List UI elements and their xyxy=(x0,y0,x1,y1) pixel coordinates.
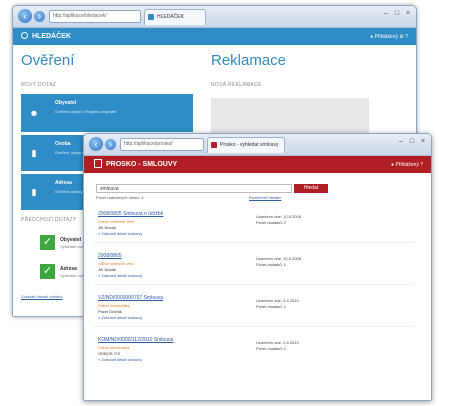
result-amendments: Počet dodatků: 1 xyxy=(256,304,287,309)
result-title-link[interactable]: KOM/ND/0000/112/2010 Smlouva xyxy=(98,337,173,343)
result-date: Uzavřeno dne: 3.4.2010 xyxy=(256,298,299,303)
magnifier-icon xyxy=(21,32,28,39)
result-title-link[interactable]: 2008/0805 xyxy=(98,253,122,259)
divider xyxy=(94,242,414,243)
check-label[interactable]: Obyvatel xyxy=(60,237,81,243)
card-desc: Ověření osoby v Registru obyvatel xyxy=(55,109,117,114)
result-detail-link[interactable]: » Zobrazit detail smlouvy xyxy=(98,315,142,320)
result-detail-link[interactable]: » Zobrazit detail smlouvy xyxy=(98,357,142,362)
back-icon[interactable]: ‹ xyxy=(89,137,103,151)
minimize-icon[interactable]: – xyxy=(397,138,405,146)
result-org: Odbor vnitřních věcí xyxy=(98,261,134,266)
card-title: Obyvatel xyxy=(55,100,77,106)
result-amendments: Počet dodatků: 1 xyxy=(256,262,287,267)
result-title-link[interactable]: VZ/ND/0000000707 Smlouva xyxy=(98,295,163,301)
browser-toolbar: ‹ › http://aplikace/prosko/ Prosko - vyh… xyxy=(84,134,431,156)
history-label: PŘEDCHOZÍ DOTAZY xyxy=(21,217,77,223)
result-org: Odbor informatiky xyxy=(98,303,130,308)
app-title: HLEDÁČEK xyxy=(32,33,71,40)
result-org: Odbor vnitřních věcí xyxy=(98,219,134,224)
forward-icon[interactable]: › xyxy=(105,139,116,150)
result-amendments: Počet dodatků: 2 xyxy=(256,220,287,225)
user-menu[interactable]: ● Přihlášený ⚙ ? xyxy=(370,33,408,41)
result-detail-link[interactable]: » Zobrazit detail smlouvy xyxy=(98,231,142,236)
check-label[interactable]: Adresa xyxy=(60,266,77,272)
forward-icon[interactable]: › xyxy=(34,11,45,22)
advanced-search-link[interactable]: Rozšířené hledání xyxy=(249,195,281,200)
tab-title: Prosko - vyhledat smlouvy xyxy=(220,142,279,148)
result-owner: Jiří Novák xyxy=(98,267,116,272)
result-date: Uzavřeno dne: 2.6.2010 xyxy=(256,340,299,345)
history-link[interactable]: Zobrazit historii ověření xyxy=(21,294,63,299)
result-title-link[interactable]: 2008/0805 Smlouva o údržbě xyxy=(98,211,163,217)
section-subtitle-nova-reklamace: NOVÁ REKLAMACE xyxy=(211,82,262,88)
card-icon: ▮ xyxy=(31,148,37,158)
app-logo[interactable]: HLEDÁČEK xyxy=(21,31,71,42)
app-header xyxy=(13,28,416,45)
prosko-window: ‹ › http://aplikace/prosko/ Prosko - vyh… xyxy=(83,133,432,401)
minimize-icon[interactable]: – xyxy=(382,10,390,18)
app-logo[interactable]: PROSKO - SMLOUVY xyxy=(94,159,177,170)
browser-toolbar: ‹ › http://aplikace/hledacek/ HLEDÁČEK –… xyxy=(13,6,416,28)
result-date: Uzavřeno dne: 12.5.2008 xyxy=(256,214,301,219)
result-org: Odbor informatiky xyxy=(98,345,130,350)
maximize-icon[interactable]: □ xyxy=(408,138,416,146)
section-title-reklamace: Reklamace xyxy=(211,52,287,69)
user-name: Přihlášený xyxy=(395,162,419,168)
result-date: Uzavřeno dne: 12.5.2008 xyxy=(256,256,301,261)
card-title: Adresa xyxy=(55,180,72,186)
section-subtitle-novy-dotaz: NOVÝ DOTAZ xyxy=(21,82,57,88)
back-icon[interactable]: ‹ xyxy=(18,9,32,23)
result-detail-link[interactable]: » Zobrazit detail smlouvy xyxy=(98,273,142,278)
browser-tab[interactable]: HLEDÁČEK xyxy=(144,9,206,25)
browser-tab[interactable]: Prosko - vyhledat smlouvy xyxy=(207,137,285,153)
section-title-overeni: Ověření xyxy=(21,52,75,69)
document-icon xyxy=(94,159,102,168)
address-bar[interactable]: http://aplikace/prosko/ xyxy=(120,138,204,151)
result-count: Počet nalezených smluv: 4 xyxy=(96,195,144,200)
card-obyvatel[interactable]: ☻ Obyvatel Ověření osoby v Registru obyv… xyxy=(21,94,193,132)
address-bar[interactable]: http://aplikace/hledacek/ xyxy=(49,10,141,23)
person-icon: ☻ xyxy=(29,108,39,118)
close-icon[interactable]: × xyxy=(419,138,427,146)
result-owner: ODBOR ITS xyxy=(98,351,121,356)
close-icon[interactable]: × xyxy=(404,10,412,18)
search-button[interactable]: Hledat xyxy=(294,184,328,193)
user-menu[interactable]: ● Přihlášený ? xyxy=(391,161,423,169)
user-name: Přihlášený xyxy=(374,34,398,40)
search-input[interactable] xyxy=(96,184,292,193)
tab-favicon-icon xyxy=(211,142,217,148)
divider xyxy=(94,284,414,285)
app-title: PROSKO - SMLOUVY xyxy=(106,161,178,168)
result-owner: Pavel Dvořák xyxy=(98,309,122,314)
card-title: Osoba xyxy=(55,141,71,147)
result-owner: Jiří Novák xyxy=(98,225,116,230)
check-icon: ✓ xyxy=(40,235,55,250)
tab-title: HLEDÁČEK xyxy=(157,14,184,20)
maximize-icon[interactable]: □ xyxy=(393,10,401,18)
result-amendments: Počet dodatků: 1 xyxy=(256,346,287,351)
divider xyxy=(94,326,414,327)
tab-favicon-icon xyxy=(148,14,154,20)
check-icon: ✓ xyxy=(40,264,55,279)
card-icon: ▮ xyxy=(31,187,37,197)
